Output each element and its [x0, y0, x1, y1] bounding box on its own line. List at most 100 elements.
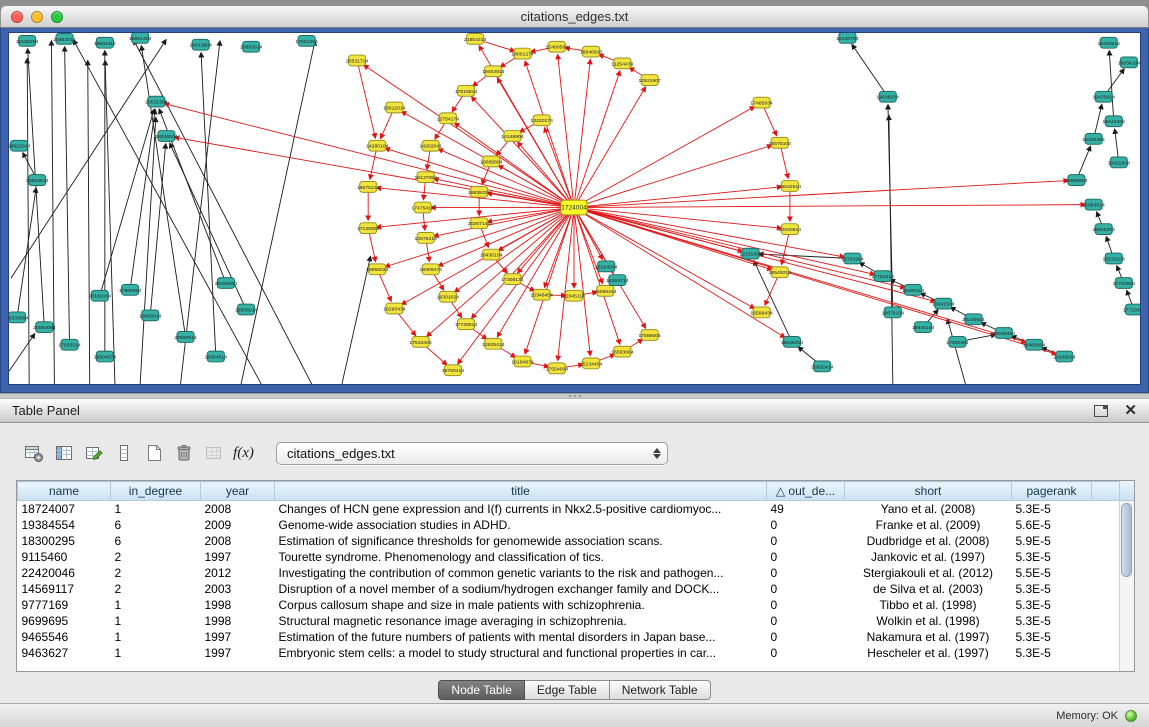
graph-node[interactable]: 17760504 — [1113, 278, 1136, 289]
column-header-name[interactable]: name — [18, 482, 111, 501]
table-row[interactable]: 911546021997Tourette syndrome. Phenomeno… — [18, 549, 1122, 565]
float-panel-icon[interactable] — [1094, 405, 1108, 417]
graph-node[interactable]: 1724004 — [561, 200, 587, 215]
table-row[interactable]: 969969511998Structural magnetic resonanc… — [18, 613, 1122, 629]
graph-node[interactable]: 19648204 — [877, 91, 900, 102]
table-row[interactable]: 946362711997Embryonic stem cells: a mode… — [18, 645, 1122, 661]
graph-node[interactable]: 16304714 — [606, 275, 629, 286]
table-row[interactable]: 1872400712008Changes of HCN gene express… — [18, 501, 1122, 518]
graph-node[interactable]: 15348454 — [530, 289, 553, 300]
table-row[interactable]: 1830029562008Estimation of significance … — [18, 533, 1122, 549]
graph-node[interactable]: 16293434 — [383, 303, 406, 314]
graph-node[interactable]: 16640910 — [580, 46, 603, 57]
graph-node[interactable]: 16930454 — [993, 328, 1016, 339]
graph-node[interactable]: 16838334 — [468, 186, 491, 197]
table-row[interactable]: 1456911722003Disruption of a novel membe… — [18, 581, 1122, 597]
graph-node[interactable]: 15134454 — [580, 358, 603, 369]
graph-node[interactable]: 11254439 — [611, 58, 633, 69]
graph-node[interactable]: 18604114 — [94, 37, 116, 48]
graph-node[interactable]: 19065804 — [480, 156, 503, 167]
network-selector[interactable]: citations_edges.txt — [276, 442, 668, 465]
graph-node[interactable]: 12754174 — [437, 113, 460, 124]
graph-node[interactable]: 19505014 — [235, 304, 258, 315]
graph-node[interactable]: 16845204 — [1092, 224, 1115, 235]
network-graph[interactable]: 1724004 12521907 11254439 16640910 22400584 1… — [9, 33, 1140, 384]
graph-node[interactable]: 22400584 — [546, 41, 569, 52]
graph-node[interactable]: 19041504 — [932, 298, 955, 309]
graph-node[interactable]: 16194674 — [511, 356, 534, 367]
column-header-pagerank[interactable]: pagerank — [1012, 482, 1092, 501]
graph-node[interactable]: 17518814 — [455, 85, 478, 96]
graph-node[interactable]: 20803014 — [240, 41, 263, 52]
graph-node[interactable]: 20160104 — [89, 290, 112, 301]
graph-node[interactable]: 17534404 — [409, 336, 432, 347]
graph-node[interactable]: 19750414 — [442, 365, 465, 376]
graph-node[interactable]: 18130704 — [836, 33, 859, 43]
graph-node[interactable]: 17554004 — [546, 363, 569, 374]
tab-node-table[interactable]: Node Table — [438, 680, 525, 700]
graph-node[interactable]: 12825414 — [482, 338, 505, 349]
row-options-icon[interactable] — [110, 440, 137, 467]
close-panel-icon[interactable]: ✕ — [1124, 404, 1137, 418]
create-column-icon[interactable] — [80, 440, 107, 467]
minimize-window-button[interactable] — [31, 11, 43, 23]
graph-node[interactable]: 20932414 — [811, 361, 834, 372]
graph-node[interactable]: 22040614 — [779, 224, 802, 235]
graph-node[interactable]: 17710304 — [1123, 304, 1140, 315]
memory-status-indicator[interactable] — [1125, 710, 1137, 722]
table-options-icon[interactable] — [20, 440, 47, 467]
graph-node[interactable]: 18430514 — [1098, 37, 1121, 48]
graph-node[interactable]: 18549214 — [769, 267, 792, 278]
graph-node[interactable]: 12161604 — [739, 248, 762, 259]
graph-node[interactable]: 20462014 — [53, 33, 76, 44]
graph-node[interactable]: 18950024 — [366, 264, 389, 275]
graph-node[interactable]: 18845104 — [912, 322, 935, 333]
graph-node[interactable]: 13220174 — [530, 115, 553, 126]
graph-node[interactable]: 17603514 — [58, 339, 81, 350]
graph-node[interactable]: 18046504 — [155, 131, 178, 142]
graph-node[interactable]: 18022014 — [9, 140, 31, 151]
graph-node[interactable]: 15184504 — [595, 261, 618, 272]
table-row[interactable]: 1938455462009Genome-wide association stu… — [18, 517, 1122, 533]
graph-node[interactable]: 17125804 — [357, 223, 380, 234]
graph-node[interactable]: 17728514 — [455, 319, 478, 330]
graph-node[interactable]: 18304514 — [205, 351, 228, 362]
graph-node[interactable]: 20186204 — [16, 35, 39, 46]
graph-node[interactable]: 14148904 — [501, 131, 524, 142]
graph-node[interactable]: 21854314 — [464, 33, 487, 44]
graph-node[interactable]: 20531304 — [145, 96, 168, 107]
graph-node[interactable]: 19013904 — [189, 39, 212, 50]
graph-node[interactable]: 16137054 — [414, 172, 437, 183]
graph-node[interactable]: 16593664 — [611, 346, 634, 357]
scrollbar-thumb[interactable] — [1121, 503, 1132, 577]
graph-node[interactable]: 17601354 — [295, 35, 318, 46]
graph-node[interactable]: 19679104 — [882, 307, 905, 318]
graph-node[interactable]: 15995804 — [1065, 175, 1088, 186]
graph-node[interactable]: 16934104 — [1118, 57, 1140, 68]
column-header-year[interactable]: year — [201, 482, 275, 501]
graph-node[interactable]: 17392404 — [946, 336, 969, 347]
graph-node[interactable]: 18436104 — [480, 249, 503, 260]
graph-node[interactable]: 17308134 — [501, 274, 524, 285]
graph-node[interactable]: 19460904 — [1023, 339, 1046, 350]
graph-node[interactable]: 22045114 — [563, 290, 585, 301]
tab-edge-table[interactable]: Edge Table — [525, 680, 610, 700]
graph-node[interactable]: 19470914 — [1092, 91, 1115, 102]
graph-node[interactable]: 16301024 — [437, 291, 460, 302]
table-row[interactable]: 2242004622012Investigating the contribut… — [18, 565, 1122, 581]
graph-node[interactable]: 16589434 — [750, 307, 773, 318]
graph-node[interactable]: 19504074 — [94, 351, 117, 362]
table-scrollbar[interactable] — [1119, 501, 1134, 671]
graph-node[interactable]: 12521907 — [638, 75, 661, 86]
graph-node[interactable]: 17485034 — [750, 97, 773, 108]
show-columns-icon[interactable] — [50, 440, 77, 467]
graph-node[interactable]: 19330804 — [9, 312, 29, 323]
tab-network-table[interactable]: Network Table — [610, 680, 711, 700]
table-row[interactable]: 946554611997Estimation of the future num… — [18, 629, 1122, 645]
graph-node[interactable]: 20590514 — [174, 332, 197, 343]
graph-node[interactable]: 16791964 — [841, 253, 864, 264]
graph-node[interactable]: 20531714 — [346, 55, 369, 66]
graph-node[interactable]: 18012014 — [383, 102, 406, 113]
graph-node[interactable]: 19425504 — [1108, 157, 1131, 168]
graph-node[interactable]: 17791214 — [872, 271, 895, 282]
